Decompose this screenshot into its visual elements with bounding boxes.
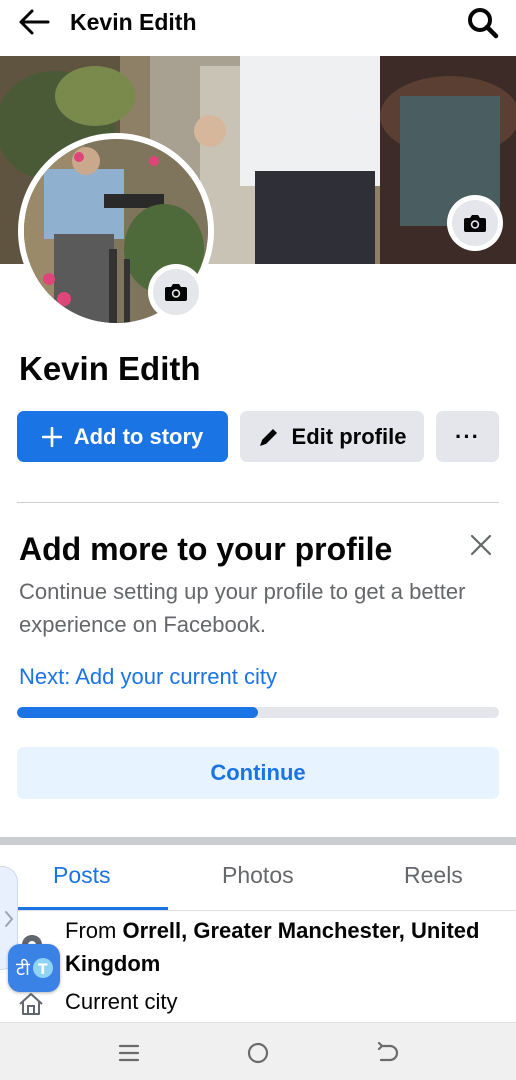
home-button-icon[interactable] [245, 1040, 271, 1066]
section-separator [0, 837, 516, 845]
recent-apps-icon[interactable] [116, 1040, 142, 1066]
page-title: Kevin Edith [70, 9, 197, 35]
add-to-story-button[interactable]: Add to story [17, 411, 228, 462]
card-title: Add more to your profile [19, 531, 393, 567]
tab-posts[interactable]: Posts [53, 862, 111, 889]
from-prefix: From [65, 918, 117, 943]
pencil-icon [258, 426, 280, 448]
next-step-link[interactable]: Next: Add your current city [19, 664, 277, 690]
continue-label: Continue [210, 760, 306, 785]
progress-fill [17, 707, 258, 718]
back-button-icon[interactable] [374, 1040, 400, 1066]
tab-reels[interactable]: Reels [404, 862, 463, 889]
svg-text:T: T [38, 962, 48, 978]
continue-button[interactable]: Continue [17, 747, 499, 799]
edit-profile-button[interactable]: Edit profile [240, 411, 424, 462]
home-icon [19, 993, 43, 1015]
from-location: From Orrell, Greater Manchester, United … [65, 914, 505, 980]
system-nav-bar [0, 1022, 516, 1080]
arrow-left-icon[interactable] [18, 8, 50, 36]
from-place[interactable]: Orrell, Greater Manchester, United Kingd… [65, 918, 479, 976]
edit-profile-label: Edit profile [291, 423, 407, 449]
tab-photos[interactable]: Photos [222, 862, 294, 889]
more-options-button[interactable]: ··· [436, 411, 499, 462]
divider [17, 502, 499, 503]
progress-bar [17, 707, 499, 718]
camera-icon [464, 215, 486, 232]
edit-avatar-button[interactable] [148, 264, 204, 320]
more-options-label: ··· [455, 423, 480, 449]
chevron-right-icon [5, 911, 14, 927]
current-city[interactable]: Current city [65, 989, 177, 1015]
tabs-divider [0, 910, 516, 911]
card-description: Continue setting up your profile to get … [19, 579, 466, 637]
profile-name: Kevin Edith [19, 350, 201, 387]
top-bar: Kevin Edith [0, 0, 516, 44]
camera-icon [165, 284, 187, 301]
profile-tabs: Posts Photos Reels [0, 845, 516, 911]
add-to-story-label: Add to story [73, 423, 204, 449]
svg-text:टी: टी [16, 958, 30, 980]
close-icon[interactable] [468, 532, 494, 558]
edit-cover-button[interactable] [447, 195, 503, 251]
search-icon[interactable] [466, 6, 500, 40]
plus-icon [41, 426, 62, 447]
translate-icon[interactable]: टी T [8, 944, 60, 992]
